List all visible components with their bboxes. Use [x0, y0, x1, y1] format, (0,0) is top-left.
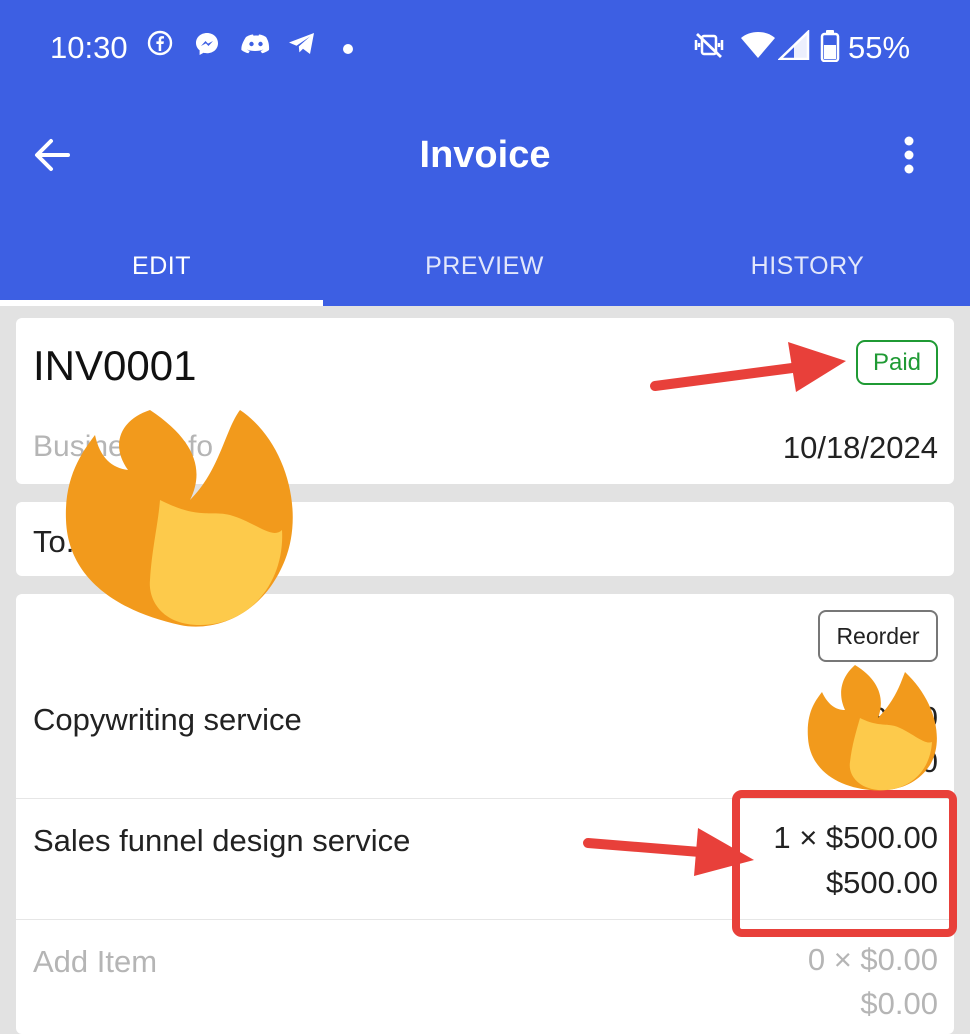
- invoice-date: 10/18/2024: [782, 430, 938, 465]
- add-item-qty-price: 0 × $0.00: [807, 942, 938, 977]
- tab-bar: EDIT PREVIEW HISTORY: [0, 236, 970, 306]
- facebook-icon: [147, 30, 173, 61]
- page-title: Invoice: [419, 134, 551, 176]
- item-total: $500.00: [825, 865, 938, 900]
- divider: [16, 798, 954, 799]
- signal-icon: [776, 29, 812, 65]
- add-item-total: $0.00: [860, 986, 938, 1021]
- more-options-button[interactable]: [894, 134, 924, 181]
- invoice-header-card[interactable]: INV0001 Paid Business Info 10/18/2024: [16, 318, 954, 484]
- client-name: To: Or o: [33, 524, 144, 559]
- item-qty-price: 1 × $500.00: [773, 820, 938, 855]
- divider: [16, 919, 954, 920]
- status-time: 10:30: [50, 30, 128, 65]
- item-name: Sales funnel design service: [33, 823, 411, 858]
- app-bar: 10:30 55% Invoice EDIT PREVIEW HISTORY: [0, 0, 970, 306]
- tab-preview[interactable]: PREVIEW: [323, 252, 646, 281]
- tab-edit[interactable]: EDIT: [0, 252, 323, 281]
- more-vertical-icon: [904, 136, 914, 174]
- discord-icon: [240, 30, 272, 63]
- invoice-number: INV0001: [33, 342, 197, 389]
- client-card[interactable]: To: Or o: [16, 502, 954, 576]
- messenger-icon: [193, 30, 221, 63]
- item-qty-price: 1 × $ .00: [816, 700, 938, 735]
- item-name: Copywriting service: [33, 702, 302, 737]
- wifi-icon: [740, 30, 776, 65]
- tab-history[interactable]: HISTORY: [646, 252, 969, 281]
- item-total: 0: [920, 744, 938, 779]
- reorder-button[interactable]: Reorder: [818, 610, 938, 662]
- status-badge: Paid: [856, 340, 938, 385]
- tab-indicator: [0, 300, 323, 306]
- vibrate-off-icon: [692, 30, 726, 65]
- items-card: Reorder Copywriting service 1 × $ .00 0 …: [16, 594, 954, 1034]
- status-bar: 10:30 55%: [0, 0, 970, 100]
- battery-icon: [820, 30, 840, 67]
- dot-icon: [342, 42, 354, 60]
- business-info-placeholder: Business Info: [33, 430, 214, 463]
- telegram-icon: [287, 30, 317, 63]
- add-item-label: Add Item: [33, 944, 158, 979]
- battery-percentage: 55%: [848, 30, 911, 65]
